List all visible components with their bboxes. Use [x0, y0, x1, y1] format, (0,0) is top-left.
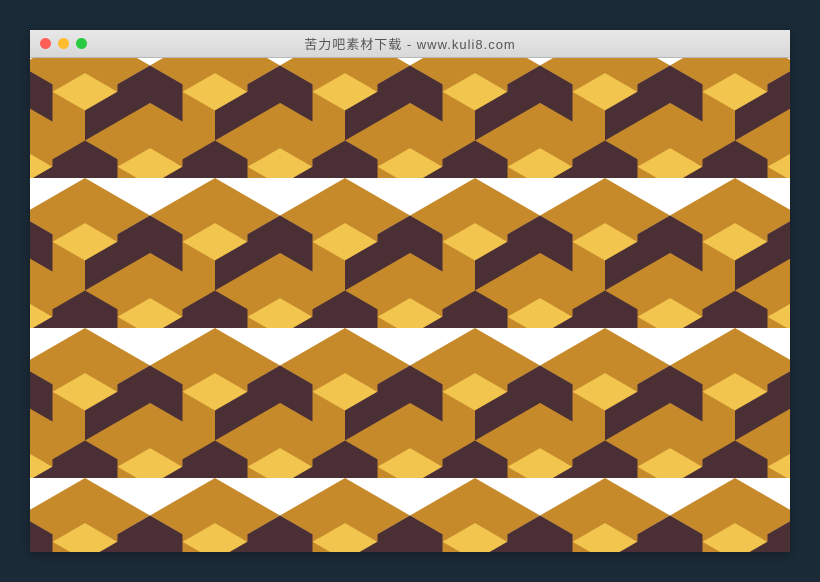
- browser-window: 苦力吧素材下载 - www.kuli8.com: [30, 30, 790, 552]
- page-title: 苦力吧素材下载 - www.kuli8.com: [30, 34, 790, 53]
- maximize-icon[interactable]: [76, 38, 87, 49]
- titlebar: 苦力吧素材下载 - www.kuli8.com: [30, 30, 790, 58]
- geometric-pattern: [30, 58, 790, 552]
- traffic-lights: [40, 38, 87, 49]
- content-area: [30, 58, 790, 552]
- close-icon[interactable]: [40, 38, 51, 49]
- minimize-icon[interactable]: [58, 38, 69, 49]
